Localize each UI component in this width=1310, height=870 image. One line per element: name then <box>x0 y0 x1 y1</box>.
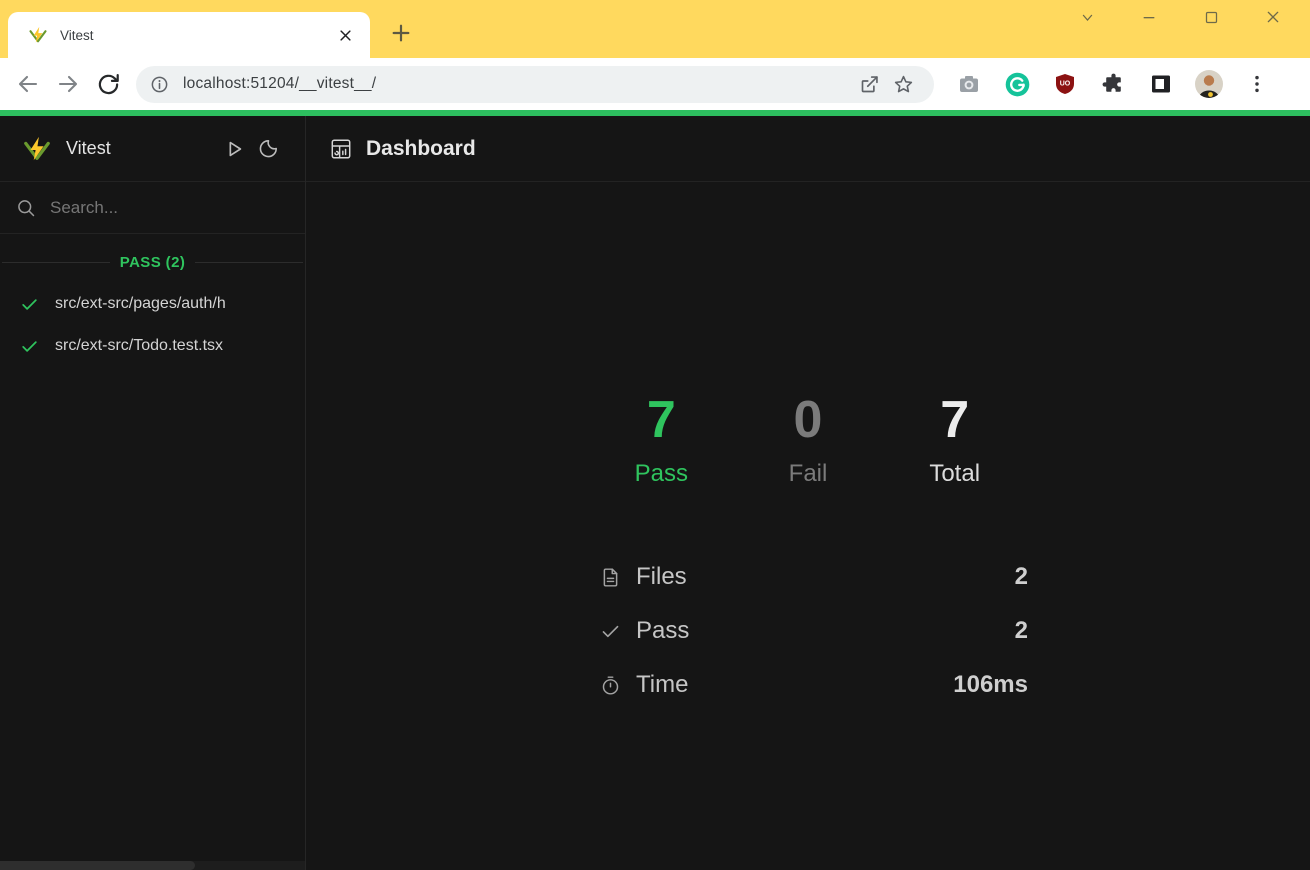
reload-button[interactable] <box>88 64 128 104</box>
test-stats: 7 Pass 0 Fail 7 Total <box>588 394 1028 488</box>
url-text[interactable]: localhost:51204/__vitest__/ <box>183 75 852 93</box>
scrollbar-thumb[interactable] <box>0 861 195 870</box>
extensions-area: UO <box>948 64 1278 104</box>
test-file-list: src/ext-src/pages/auth/h src/ext-src/Tod… <box>0 283 305 367</box>
stat-total: 7 Total <box>881 394 1028 488</box>
search-icon <box>16 198 36 218</box>
site-info-icon[interactable] <box>150 75 169 94</box>
frame-extension-icon[interactable] <box>1140 64 1182 104</box>
window-controls <box>1056 0 1304 34</box>
fail-count: 0 <box>735 394 882 446</box>
pass-count: 7 <box>588 394 735 446</box>
titlebar: Vitest <box>0 0 1310 58</box>
total-count: 7 <box>881 394 1028 446</box>
files-row: Files 2 <box>588 550 1028 604</box>
pass-check-icon <box>20 295 39 314</box>
stat-fail: 0 Fail <box>735 394 882 488</box>
tab-title: Vitest <box>60 28 332 43</box>
divider <box>195 262 303 263</box>
browser-window: Vitest <box>0 0 1310 870</box>
browser-tab[interactable]: Vitest <box>8 12 370 58</box>
vitest-logo-icon <box>22 134 52 164</box>
ublock-extension-icon[interactable]: UO <box>1044 64 1086 104</box>
divider <box>2 262 110 263</box>
dark-mode-toggle[interactable] <box>251 132 285 166</box>
time-row: Time 106ms <box>588 658 1028 712</box>
svg-text:UO: UO <box>1060 81 1071 88</box>
check-icon <box>598 621 622 642</box>
close-window-button[interactable] <box>1242 0 1304 34</box>
pass-row-value: 2 <box>1015 617 1028 645</box>
search-input[interactable] <box>50 198 289 218</box>
dashboard-icon <box>330 138 352 160</box>
tab-close-icon[interactable] <box>332 22 358 48</box>
tab-search-chevron-icon[interactable] <box>1056 0 1118 34</box>
vitest-favicon <box>28 25 48 45</box>
app-name: Vitest <box>66 138 217 159</box>
pass-row-label: Pass <box>636 617 689 645</box>
stat-pass: 7 Pass <box>588 394 735 488</box>
address-bar[interactable]: localhost:51204/__vitest__/ <box>136 66 934 103</box>
total-label: Total <box>881 460 1028 488</box>
extensions-puzzle-icon[interactable] <box>1092 64 1134 104</box>
test-file-name: src/ext-src/Todo.test.tsx <box>55 337 223 355</box>
back-button[interactable] <box>8 64 48 104</box>
test-file-item[interactable]: src/ext-src/Todo.test.tsx <box>0 325 305 367</box>
time-label: Time <box>636 671 688 699</box>
summary-rows: Files 2 Pass 2 <box>588 550 1028 712</box>
dashboard-content: 7 Pass 0 Fail 7 Total <box>306 182 1310 870</box>
test-file-name: src/ext-src/pages/auth/h <box>55 295 226 313</box>
forward-button[interactable] <box>48 64 88 104</box>
timer-icon <box>598 675 622 696</box>
files-label: Files <box>636 563 687 591</box>
maximize-button[interactable] <box>1180 0 1242 34</box>
time-value: 106ms <box>953 671 1028 699</box>
sidebar: Vitest PASS (2) <box>0 116 306 870</box>
minimize-button[interactable] <box>1118 0 1180 34</box>
pass-group-header: PASS (2) <box>0 254 305 271</box>
bookmark-star-icon[interactable] <box>886 67 920 101</box>
pass-row: Pass 2 <box>588 604 1028 658</box>
camera-extension-icon[interactable] <box>948 64 990 104</box>
pass-check-icon <box>20 337 39 356</box>
horizontal-scrollbar[interactable] <box>0 861 305 870</box>
run-all-button[interactable] <box>217 132 251 166</box>
grammarly-extension-icon[interactable] <box>996 64 1038 104</box>
navbar: localhost:51204/__vitest__/ <box>0 58 1310 110</box>
files-value: 2 <box>1015 563 1028 591</box>
main-panel: Dashboard 7 Pass 0 Fail 7 <box>306 116 1310 870</box>
pass-group-label: PASS (2) <box>120 254 185 271</box>
search-bar <box>0 182 305 234</box>
sidebar-header: Vitest <box>0 116 305 182</box>
file-icon <box>598 567 622 588</box>
share-icon[interactable] <box>852 67 886 101</box>
profile-avatar[interactable] <box>1188 64 1230 104</box>
menu-dots-icon[interactable] <box>1236 64 1278 104</box>
vitest-ui: Vitest PASS (2) <box>0 116 1310 870</box>
new-tab-button[interactable] <box>384 16 418 50</box>
fail-label: Fail <box>735 460 882 488</box>
page-title: Dashboard <box>366 137 476 161</box>
pass-label: Pass <box>588 460 735 488</box>
main-header: Dashboard <box>306 116 1310 182</box>
test-file-item[interactable]: src/ext-src/pages/auth/h <box>0 283 305 325</box>
